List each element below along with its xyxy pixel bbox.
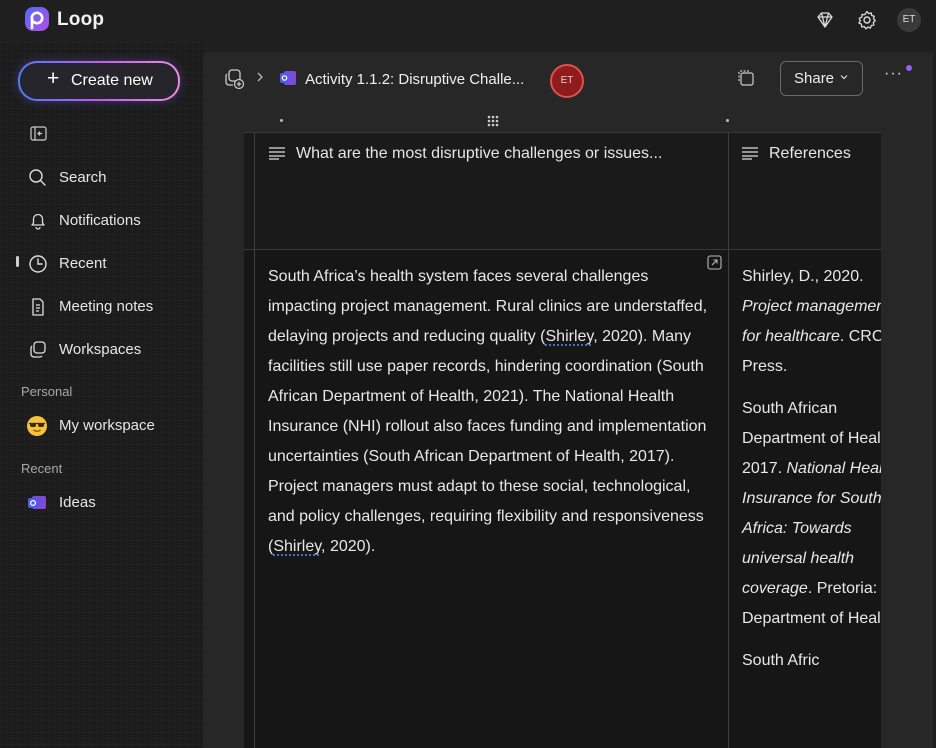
nav-workspaces-label: Workspaces <box>59 341 142 358</box>
top-bar: Loop ET <box>0 0 936 42</box>
nav-recent[interactable]: Recent <box>26 252 196 276</box>
column-header-references[interactable]: References <box>741 145 851 163</box>
personal-section-label: Personal <box>21 384 73 399</box>
nav-recent-label: Recent <box>59 255 107 272</box>
my-workspace-label: My workspace <box>59 417 155 434</box>
table-cell-question[interactable]: South Africa’s health system faces sever… <box>268 262 708 562</box>
cell-text-segment: , 2020). <box>321 538 376 555</box>
presence-avatar[interactable]: ET <box>550 64 584 98</box>
chevron-right-icon <box>257 72 263 82</box>
search-icon <box>29 169 46 186</box>
collapse-sidebar-icon[interactable] <box>30 126 47 141</box>
column-header-question-label: What are the most disruptive challenges … <box>296 145 663 162</box>
spellcheck-word[interactable]: Shirley <box>546 328 594 345</box>
loop-page-icon <box>280 71 296 85</box>
reference-text: South Afric <box>742 652 820 669</box>
nav-meeting-notes-label: Meeting notes <box>59 298 154 315</box>
clock-icon <box>29 255 47 273</box>
table-header-row: What are the most disruptive challenges … <box>244 132 881 178</box>
workspaces-icon <box>30 341 46 358</box>
data-table: What are the most disruptive challenges … <box>244 132 881 748</box>
nav-notifications[interactable]: Notifications <box>26 209 196 233</box>
notification-dot <box>906 65 912 71</box>
table-row[interactable] <box>244 177 881 250</box>
page-view-icon[interactable] <box>737 69 755 87</box>
notes-icon <box>32 298 44 316</box>
column-handle-dot[interactable] <box>726 119 729 122</box>
text-column-icon <box>269 147 285 160</box>
column-divider <box>254 132 255 748</box>
active-indicator <box>16 256 19 267</box>
text-column-icon <box>742 147 758 160</box>
left-sidebar: + Create new Search Notifications Recent… <box>0 42 203 748</box>
premium-diamond-icon[interactable] <box>814 9 836 31</box>
nav-meeting-notes[interactable]: Meeting notes <box>26 295 196 319</box>
recent-item-ideas[interactable]: Ideas <box>26 491 196 515</box>
main-content: Activity 1.1.2: Disruptive Challe... ET … <box>203 52 933 748</box>
nav-workspaces[interactable]: Workspaces <box>26 338 196 362</box>
my-workspace-item[interactable]: My workspace <box>26 414 196 438</box>
plus-icon: + <box>47 67 60 90</box>
spellcheck-word[interactable]: Shirley <box>273 538 321 555</box>
column-divider[interactable] <box>728 132 729 748</box>
workspace-add-icon[interactable] <box>223 68 245 90</box>
create-new-label: Create new <box>71 72 153 89</box>
table-cell-references[interactable]: Shirley, D., 2020. Project management fo… <box>742 262 881 676</box>
reference-entry: South Afric <box>742 646 881 676</box>
user-avatar[interactable]: ET <box>897 8 921 32</box>
reference-text: Shirley, D., 2020. <box>742 268 864 285</box>
sunglasses-emoji-icon <box>27 416 47 436</box>
nav-notifications-label: Notifications <box>59 212 141 229</box>
reference-entry: South African Department of Health, 2017… <box>742 394 881 634</box>
page-title[interactable]: Activity 1.1.2: Disruptive Challe... <box>305 71 524 88</box>
expand-cell-icon[interactable] <box>707 255 722 270</box>
app-title: Loop <box>57 9 105 30</box>
cell-text-segment: , 2020). Many facilities still use paper… <box>268 328 707 555</box>
share-button[interactable]: Share <box>780 61 863 96</box>
chevron-down-icon <box>840 75 848 80</box>
recent-section-label: Recent <box>21 461 63 476</box>
nav-search[interactable]: Search <box>26 166 196 190</box>
share-label: Share <box>794 70 835 87</box>
nav-search-label: Search <box>59 169 107 186</box>
create-new-button[interactable]: + Create new <box>18 61 180 101</box>
loop-page-icon <box>28 496 46 509</box>
drag-handle-icon[interactable] <box>486 115 500 127</box>
loop-logo-icon <box>25 7 49 31</box>
column-header-question[interactable]: What are the most disruptive challenges … <box>268 145 662 163</box>
more-options-button[interactable]: ··· <box>884 65 904 85</box>
column-header-references-label: References <box>769 145 851 162</box>
reference-title: National Health Insurance for South Afri… <box>742 460 881 597</box>
reference-entry: Shirley, D., 2020. Project management fo… <box>742 262 881 382</box>
column-handle-dot[interactable] <box>280 119 283 122</box>
settings-gear-icon[interactable] <box>856 9 878 31</box>
bell-icon <box>31 213 45 230</box>
recent-item-ideas-label: Ideas <box>59 494 96 511</box>
